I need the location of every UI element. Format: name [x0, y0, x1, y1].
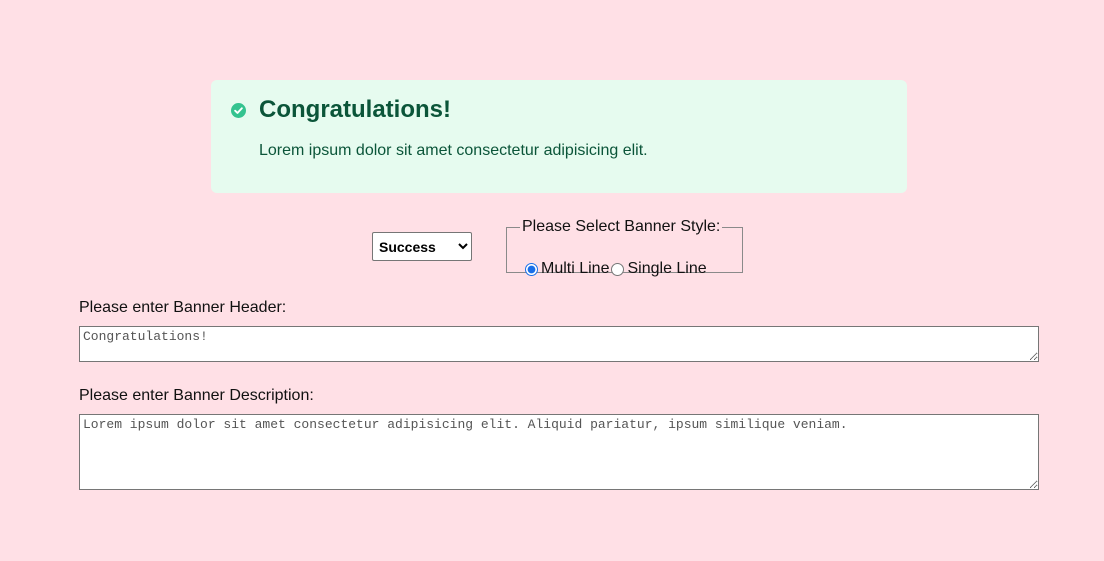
banner-header-label: Please enter Banner Header: — [79, 299, 287, 316]
single-line-radio[interactable] — [611, 262, 625, 276]
banner-description-label: Please enter Banner Description: — [79, 387, 314, 404]
banner-description-input[interactable] — [79, 414, 1039, 490]
single-line-label[interactable]: Single Line — [627, 260, 706, 278]
banner-type-select[interactable]: Success — [372, 232, 472, 261]
banner-description: Lorem ipsum dolor sit amet consectetur a… — [259, 142, 648, 159]
banner-style-legend: Please Select Banner Style: — [522, 218, 721, 235]
banner-style-options: Multi Line Single Line — [525, 260, 709, 278]
multi-line-radio[interactable] — [525, 262, 538, 276]
banner-header-input[interactable] — [79, 326, 1039, 362]
banner-preview: Congratulations! Lorem ipsum dolor sit a… — [211, 80, 907, 193]
banner-title: Congratulations! — [259, 96, 451, 123]
check-circle-icon — [231, 103, 246, 118]
banner-style-fieldset: Please Select Banner Style: Multi Line S… — [506, 218, 743, 277]
multi-line-label[interactable]: Multi Line — [541, 260, 609, 278]
